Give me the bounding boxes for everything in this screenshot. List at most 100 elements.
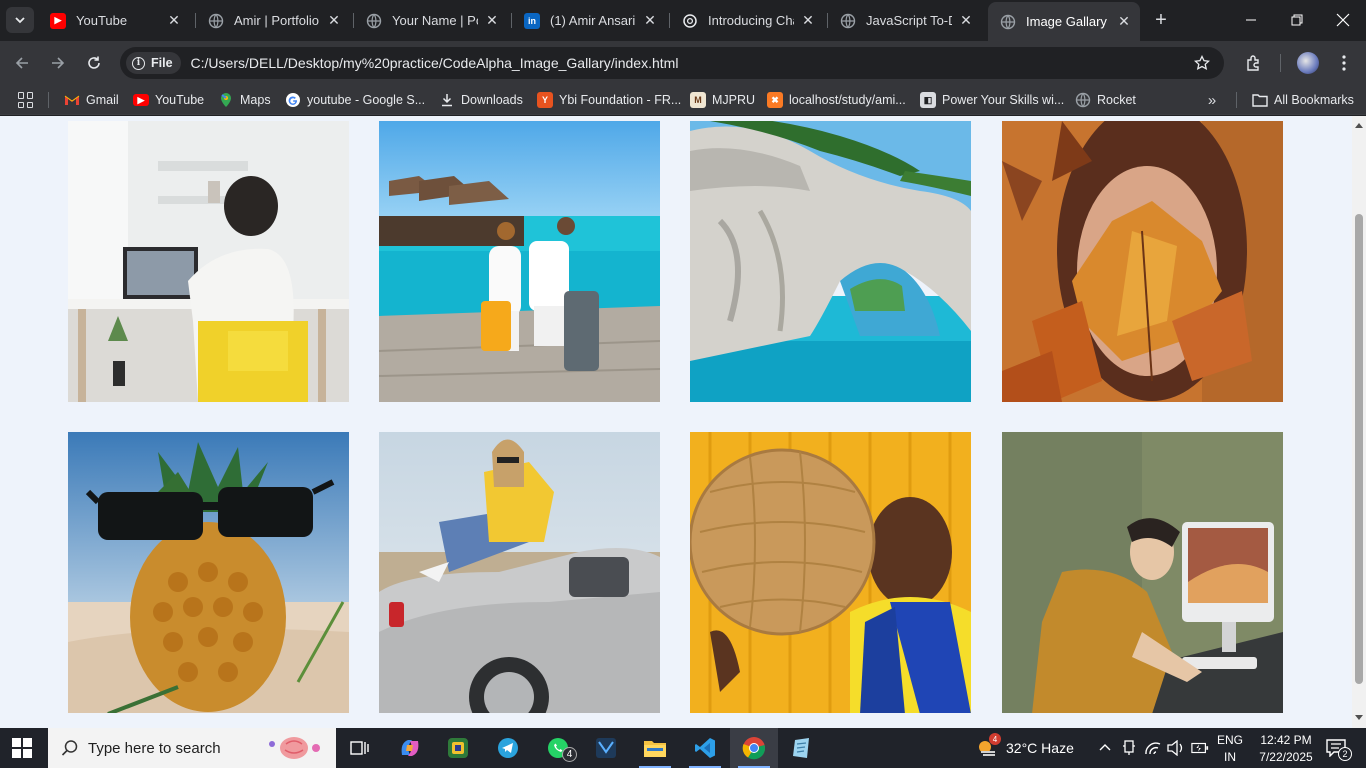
gallery-image-pineapple[interactable]	[68, 432, 349, 713]
taskbar-whatsapp[interactable]: 4	[534, 728, 582, 768]
taskbar-chrome[interactable]	[730, 728, 778, 768]
scroll-up-icon[interactable]	[1355, 123, 1363, 128]
search-placeholder: Type here to search	[88, 739, 221, 757]
reload-button[interactable]	[82, 51, 106, 75]
taskbar-vscode[interactable]	[681, 728, 729, 768]
bookmark-star-button[interactable]	[1192, 53, 1212, 73]
restore-icon	[1291, 14, 1303, 26]
show-hidden-icons-button[interactable]	[1096, 739, 1114, 757]
gallery-image-leaves[interactable]	[1002, 121, 1283, 402]
copilot-icon	[401, 740, 419, 756]
youtube-icon: ▶	[50, 12, 66, 29]
tab-image-gallery[interactable]: Image Gallary ✕	[988, 2, 1140, 41]
tab-youtube[interactable]: ▶ YouTube ✕	[38, 6, 190, 35]
globe-icon	[840, 13, 856, 29]
bookmark-power-skills[interactable]: ◧ Power Your Skills wi...	[920, 91, 1064, 109]
volume-icon[interactable]	[1167, 739, 1185, 757]
address-bar[interactable]: i File C:/Users/DELL/Desktop/my%20practi…	[120, 47, 1224, 79]
scroll-thumb[interactable]	[1355, 214, 1363, 684]
close-icon[interactable]: ✕	[484, 12, 500, 29]
extensions-button[interactable]	[1242, 51, 1266, 75]
taskbar-pycharm[interactable]	[582, 728, 630, 768]
back-button[interactable]	[10, 51, 34, 75]
notifications-button[interactable]: 2	[1325, 738, 1352, 761]
taskbar-camo[interactable]	[434, 728, 482, 768]
tab-search-button[interactable]	[6, 7, 34, 33]
forward-button[interactable]	[46, 51, 70, 75]
bookmark-google-search[interactable]: youtube - Google S...	[285, 91, 425, 109]
apps-grid-icon[interactable]	[18, 92, 34, 108]
puzzle-icon	[1247, 55, 1259, 71]
close-icon[interactable]: ✕	[1116, 13, 1132, 30]
restore-button[interactable]	[1274, 0, 1320, 40]
tab-title: Amir | Portfolio	[234, 13, 320, 28]
bookmark-youtube[interactable]: ▶ YouTube	[133, 91, 204, 109]
battery-icon[interactable]	[1191, 739, 1209, 757]
bookmark-gmail[interactable]: Gmail	[64, 91, 119, 109]
bookmarks-bar: Gmail ▶ YouTube Maps youtube - Google S.…	[0, 85, 1366, 115]
gallery-image-hat[interactable]	[690, 432, 971, 713]
tab-title: Introducing Cha	[708, 13, 794, 28]
wifi-icon[interactable]	[1144, 739, 1162, 757]
tab-chatgpt[interactable]: Introducing Cha ✕	[670, 6, 824, 35]
tray-device-icon[interactable]	[1120, 739, 1138, 757]
weather-text[interactable]: 32°C Haze	[1006, 740, 1074, 756]
folder-icon	[1252, 92, 1268, 108]
tab-portfolio[interactable]: Amir | Portfolio ✕	[196, 6, 350, 35]
clock[interactable]: 12:42 PM 7/22/2025	[1252, 732, 1320, 766]
gallery-image-car[interactable]	[379, 432, 660, 713]
browser-toolbar: i File C:/Users/DELL/Desktop/my%20practi…	[0, 41, 1366, 85]
bookmark-label: Power Your Skills wi...	[942, 93, 1065, 107]
bookmark-downloads[interactable]: Downloads	[439, 91, 523, 109]
language-indicator[interactable]: ENG IN	[1213, 732, 1247, 766]
taskbar-search-box[interactable]: Type here to search	[48, 728, 336, 768]
url-text[interactable]: C:/Users/DELL/Desktop/my%20practice/Code…	[191, 55, 679, 71]
bookmark-maps[interactable]: Maps	[218, 91, 271, 109]
close-icon[interactable]: ✕	[958, 12, 974, 29]
task-view-button[interactable]	[336, 728, 384, 768]
bookmarks-overflow-button[interactable]: »	[1202, 91, 1222, 109]
new-tab-button[interactable]: +	[1150, 9, 1172, 31]
bookmark-rocket[interactable]: Rocket	[1075, 91, 1136, 109]
close-icon[interactable]: ✕	[642, 12, 658, 29]
page-scrollbar[interactable]	[1352, 116, 1366, 728]
toolbar-divider	[1280, 54, 1281, 72]
chrome-menu-button[interactable]	[1332, 51, 1356, 75]
scroll-down-icon[interactable]	[1355, 715, 1363, 720]
taskbar-notepad[interactable]	[778, 728, 826, 768]
bookmark-mjpru[interactable]: M MJPRU	[690, 91, 755, 109]
bookmark-ybi[interactable]: Y Ybi Foundation - FR...	[537, 91, 681, 109]
tab-linkedin[interactable]: in (1) Amir Ansari | ✕	[512, 6, 666, 35]
telegram-icon	[498, 738, 518, 758]
star-icon	[1194, 55, 1210, 71]
windows-start-button[interactable]	[12, 738, 32, 758]
gallery-image-writing[interactable]	[1002, 432, 1283, 713]
tab-todo[interactable]: JavaScript To-Do ✕	[828, 6, 982, 35]
profile-avatar[interactable]	[1297, 52, 1319, 74]
close-window-button[interactable]	[1320, 0, 1366, 40]
site-info-chip[interactable]: i File	[126, 52, 181, 74]
gallery-image-desk[interactable]	[68, 121, 349, 402]
clock-time: 12:42 PM	[1260, 733, 1312, 747]
all-bookmarks-button[interactable]: All Bookmarks	[1252, 91, 1354, 109]
globe-icon	[208, 13, 224, 29]
taskbar-copilot[interactable]	[386, 728, 434, 768]
close-icon[interactable]: ✕	[326, 12, 342, 29]
close-icon[interactable]: ✕	[800, 12, 816, 29]
gallery-image-arch[interactable]	[690, 121, 971, 402]
gallery-image-pier[interactable]	[379, 121, 660, 402]
weather-badge: 4	[989, 733, 1001, 745]
taskbar-file-explorer[interactable]	[631, 728, 679, 768]
bookmarks-separator	[48, 92, 49, 108]
weather-icon[interactable]: 4	[976, 733, 1001, 759]
forward-arrow-icon	[52, 57, 65, 69]
bookmark-localhost[interactable]: ✖ localhost/study/ami...	[767, 91, 906, 109]
minimize-button[interactable]	[1228, 0, 1274, 40]
taskbar-telegram[interactable]	[484, 728, 532, 768]
folder-icon	[644, 741, 666, 757]
language-code: ENG	[1216, 733, 1243, 747]
clock-date: 7/22/2025	[1259, 750, 1313, 764]
skills-icon: ◧	[920, 92, 936, 108]
tab-your-name[interactable]: Your Name | Por ✕	[354, 6, 508, 35]
close-icon[interactable]: ✕	[166, 12, 182, 29]
